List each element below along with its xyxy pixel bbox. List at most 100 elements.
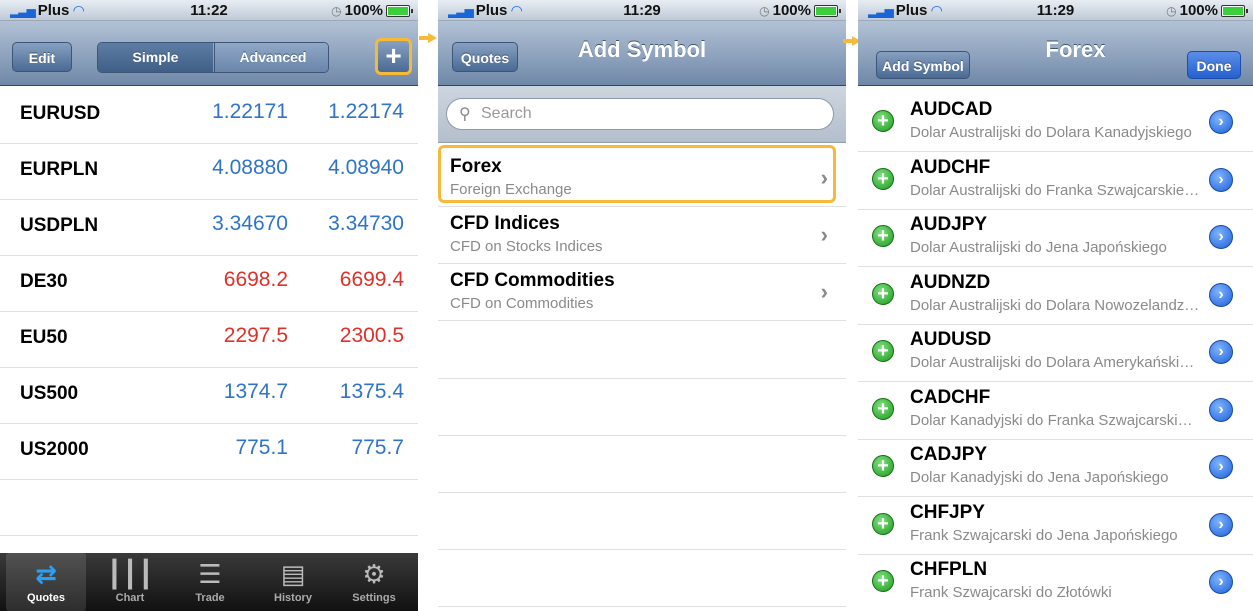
add-icon[interactable]: +	[872, 512, 894, 535]
symbol-code: AUDCAD	[910, 99, 993, 120]
quote-row[interactable]: EURUSD 1.22171 1.22174	[0, 86, 418, 144]
symbol-name: Dolar Australijski do Franka Szwajcarski…	[910, 181, 1200, 199]
forex-screen: ▂▃▅ Plus ◠ 11:29 ◷ 100% Add Symbol Forex Do…	[858, 0, 1253, 611]
view-mode-segmented-control: Simple Advanced	[97, 42, 329, 73]
page-title: Add Symbol	[577, 37, 707, 62]
nav-bar: Edit Simple Advanced +	[0, 21, 418, 86]
quote-row[interactable]: EURPLN 4.08880 4.08940	[0, 142, 418, 200]
forex-symbol-row: + AUDJPY Dolar Australijski do Jena Japońs…	[858, 209, 1253, 267]
search-bar: ⚲ Search	[438, 86, 846, 143]
empty-row	[438, 549, 846, 607]
alarm-icon: ◷	[1166, 4, 1177, 18]
add-icon[interactable]: +	[872, 397, 894, 420]
battery-percent: 100%	[772, 2, 811, 19]
add-icon[interactable]: +	[872, 570, 894, 592]
symbol-name: Dolar Kanadyjski do Franka Szwajcarskieg…	[910, 411, 1200, 429]
forex-symbol-row: + AUDNZD Dolar Australijski do Dolara Nowo…	[858, 267, 1253, 325]
tab-label: Trade	[195, 592, 225, 604]
empty-row	[438, 435, 846, 493]
settings-icon: ⚙	[362, 559, 386, 589]
add-icon[interactable]: +	[872, 340, 894, 362]
highlight-frame	[438, 145, 836, 203]
flow-arrow-icon	[419, 33, 437, 43]
empty-row	[438, 492, 846, 550]
tab-quotes[interactable]: ⇄ Quotes	[6, 553, 86, 611]
battery-icon	[386, 5, 413, 18]
symbol-code: AUDCHF	[910, 156, 991, 178]
quote-row[interactable]: USDPLN 3.34670 3.34730	[0, 198, 418, 256]
search-input[interactable]: ⚲ Search	[446, 98, 834, 130]
info-icon[interactable]: ›	[1209, 282, 1233, 307]
quote-symbol: US500	[20, 383, 79, 404]
tab-label: Settings	[352, 592, 396, 604]
simple-segment[interactable]: Simple	[98, 43, 213, 72]
quote-bid: 775.1	[235, 436, 288, 459]
symbol-code: CADCHF	[910, 386, 991, 408]
tab-bar: ⇄ Quotes ┃┃┃ Chart ☰ Trade ▤ History ⚙ S…	[0, 553, 418, 611]
quote-ask: 2300.5	[339, 324, 404, 347]
forex-symbol-row: + AUDCHF Dolar Australijski do Franka Szwa…	[858, 152, 1253, 210]
symbol-code: CHFPLN	[910, 559, 988, 580]
info-icon[interactable]: ›	[1209, 570, 1233, 594]
info-icon[interactable]: ›	[1209, 455, 1233, 479]
add-icon[interactable]: +	[872, 225, 894, 247]
quote-row[interactable]: EU50 2297.5 2300.5	[0, 310, 418, 368]
add-icon[interactable]: +	[872, 110, 894, 132]
forex-symbol-row: + AUDUSD Dolar Australijski do Dolara Amer…	[858, 324, 1253, 382]
history-icon: ▤	[280, 559, 306, 589]
add-icon[interactable]: +	[872, 282, 894, 305]
empty-row	[438, 378, 846, 436]
quote-bid: 1374.7	[223, 380, 288, 403]
quote-row[interactable]: US500 1374.7 1375.4	[0, 366, 418, 424]
forex-symbol-row: + AUDCAD Dolar Australijski do Dolara Kana…	[858, 94, 1253, 152]
quote-bid: 3.34670	[212, 212, 288, 235]
info-icon[interactable]: ›	[1209, 397, 1233, 422]
add-icon[interactable]: +	[872, 455, 894, 477]
quote-bid: 4.08880	[212, 156, 288, 179]
info-icon[interactable]: ›	[1209, 110, 1233, 134]
symbol-code: AUDNZD	[910, 271, 991, 293]
quote-row[interactable]: US2000 775.1 775.7	[0, 422, 418, 480]
trade-icon: ☰	[198, 559, 222, 589]
add-icon[interactable]: +	[872, 167, 894, 190]
add-symbol-screen: ▂▃▅ Plus ◠ 11:29 ◷ 100% Quotes Add Symbol ⚲…	[438, 0, 846, 611]
tab-chart[interactable]: ┃┃┃ Chart	[90, 553, 170, 611]
symbol-code: CHFJPY	[910, 501, 985, 523]
quote-bid: 6698.2	[223, 268, 288, 291]
add-symbol-button[interactable]: +	[375, 38, 412, 75]
quote-symbol: EURUSD	[20, 103, 101, 124]
quote-row[interactable]: DE30 6698.2 6699.4	[0, 254, 418, 312]
advanced-segment[interactable]: Advanced	[214, 43, 328, 72]
nav-bar: Quotes Add Symbol	[438, 21, 846, 86]
symbol-name: Dolar Australijski do Dolara Nowozelandz…	[910, 296, 1200, 314]
tab-history[interactable]: ▤ History	[253, 553, 333, 611]
quote-symbol: US2000	[20, 439, 89, 460]
battery-percent: 100%	[1179, 2, 1218, 19]
battery-icon	[1221, 5, 1248, 18]
info-icon[interactable]: ›	[1209, 340, 1233, 364]
empty-row	[438, 321, 846, 379]
quote-ask: 1375.4	[339, 380, 404, 403]
symbol-name: Dolar Australijski do Dolara Kanadyjskie…	[910, 124, 1192, 141]
status-bar: ▂▃▅ Plus ◠ 11:29 ◷ 100%	[858, 0, 1253, 21]
quote-symbol: DE30	[20, 271, 68, 292]
info-icon[interactable]: ›	[1209, 225, 1233, 249]
symbol-code: CADJPY	[910, 444, 988, 465]
category-row[interactable]: CFD Commodities CFD on Commodities ›	[438, 263, 846, 321]
tab-settings[interactable]: ⚙ Settings	[334, 553, 414, 611]
tab-label: History	[274, 592, 312, 604]
category-title: CFD Indices	[450, 213, 560, 234]
tab-trade[interactable]: ☰ Trade	[170, 553, 250, 611]
forex-symbol-row: + CADJPY Dolar Kanadyjski do Jena Japoński…	[858, 439, 1253, 497]
search-icon: ⚲	[459, 106, 471, 123]
info-icon[interactable]: ›	[1209, 512, 1233, 537]
alarm-icon: ◷	[759, 4, 770, 18]
quote-bid: 2297.5	[223, 324, 288, 347]
info-icon[interactable]: ›	[1209, 167, 1233, 192]
symbol-name: Dolar Australijski do Dolara Amerykański…	[910, 354, 1200, 371]
edit-button[interactable]: Edit	[12, 42, 72, 72]
symbol-name: Frank Szwajcarski do Złotówki	[910, 584, 1112, 601]
chart-icon: ┃┃┃	[106, 559, 154, 589]
category-row[interactable]: CFD Indices CFD on Stocks Indices ›	[438, 206, 846, 264]
done-button[interactable]: Done	[1187, 51, 1241, 79]
